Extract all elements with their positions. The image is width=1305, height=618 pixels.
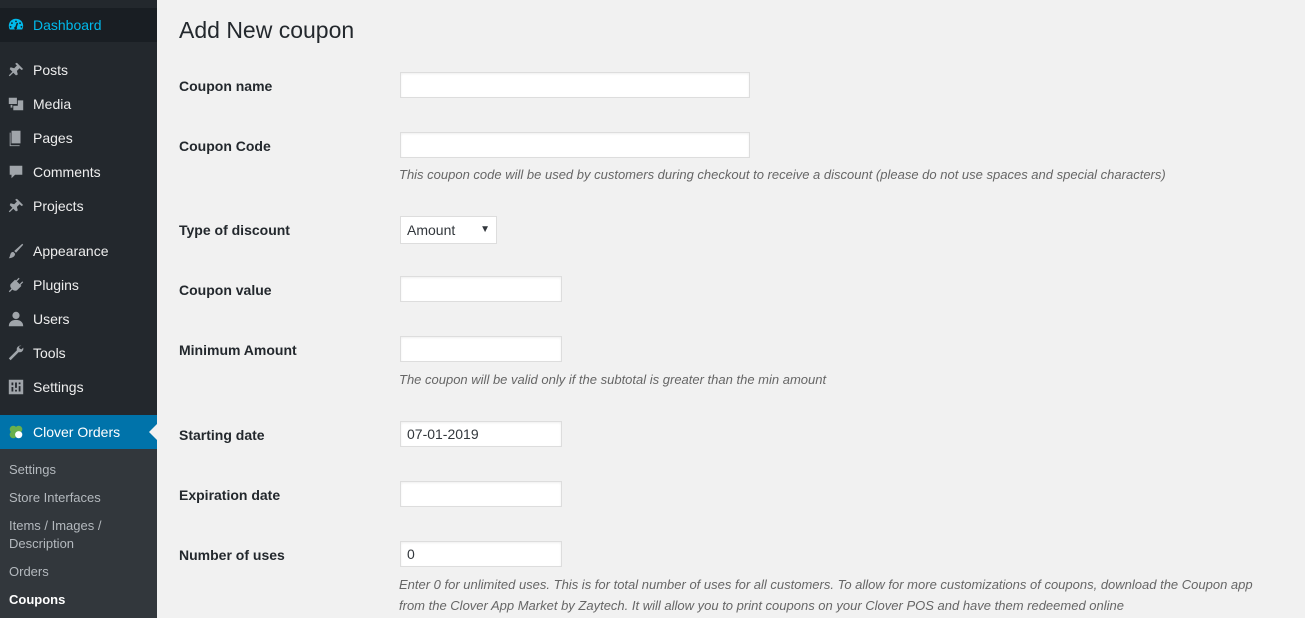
admin-sidebar: Dashboard Posts Media Pages Comments Pro… [0,0,157,618]
media-icon [6,94,26,114]
sidebar-item-plugins[interactable]: Plugins [0,268,157,302]
coupon-code-description: This coupon code will be used by custome… [399,167,1166,182]
sidebar-item-label: Media [33,96,72,112]
submenu-item-settings[interactable]: Settings [9,461,149,479]
sidebar-item-settings[interactable]: Settings [0,370,157,404]
sliders-icon [6,377,26,397]
pin-icon [6,60,26,80]
pages-icon [6,128,26,148]
submenu-item-store-interfaces[interactable]: Store Interfaces [9,489,149,507]
user-icon [6,309,26,329]
sidebar-item-pages[interactable]: Pages [0,121,157,155]
sidebar-item-comments[interactable]: Comments [0,155,157,189]
discount-type-select[interactable]: Amount ▼ [400,216,497,244]
sidebar-item-dashboard[interactable]: Dashboard [0,8,157,42]
coupon-code-label: Coupon Code [179,138,271,154]
submenu-item-items-images-description[interactable]: Items / Images / Description [9,517,149,553]
coupon-name-input[interactable] [400,72,750,98]
sidebar-item-posts[interactable]: Posts [0,53,157,87]
number-of-uses-description-line2: from the Clover App Market by Zaytech. I… [399,598,1124,613]
sidebar-item-projects[interactable]: Projects [0,189,157,223]
coupon-name-label: Coupon name [179,78,273,94]
sidebar-item-label: Tools [33,345,66,361]
wrench-icon [6,343,26,363]
minimum-amount-label: Minimum Amount [179,342,297,358]
sidebar-item-label: Plugins [33,277,79,293]
number-of-uses-description-line1: Enter 0 for unlimited uses. This is for … [399,577,1253,592]
sidebar-item-label: Projects [33,198,84,214]
number-of-uses-input[interactable] [400,541,562,567]
sidebar-item-label: Users [33,311,70,327]
brush-icon [6,241,26,261]
dashboard-icon [6,15,26,35]
sidebar-item-label: Settings [33,379,84,395]
clover-icon [6,422,26,442]
plug-icon [6,275,26,295]
minimum-amount-description: The coupon will be valid only if the sub… [399,372,827,387]
sidebar-item-appearance[interactable]: Appearance [0,234,157,268]
sidebar-item-label: Clover Orders [33,424,121,440]
coupon-code-input[interactable] [400,132,750,158]
discount-type-value: Amount [407,222,456,238]
sidebar-item-label: Pages [33,130,73,146]
clover-orders-submenu: Settings Store Interfaces Items / Images… [0,449,157,618]
sidebar-item-media[interactable]: Media [0,87,157,121]
main-content: Add New coupon Coupon name Coupon Code T… [157,0,1305,618]
expiration-date-label: Expiration date [179,487,281,503]
discount-type-label: Type of discount [179,222,290,238]
pin-icon [6,196,26,216]
sidebar-item-label: Posts [33,62,69,78]
sidebar-item-label: Appearance [33,243,109,259]
page-title: Add New coupon [179,17,355,43]
submenu-item-orders[interactable]: Orders [9,563,149,581]
dropdown-arrow-icon: ▼ [480,224,490,235]
number-of-uses-label: Number of uses [179,547,285,563]
sidebar-item-clover-orders[interactable]: Clover Orders [0,415,157,449]
coupon-value-input[interactable] [400,276,562,302]
starting-date-label: Starting date [179,427,265,443]
starting-date-input[interactable] [400,421,562,447]
expiration-date-input[interactable] [400,481,562,507]
sidebar-item-tools[interactable]: Tools [0,336,157,370]
comment-icon [6,162,26,182]
coupon-value-label: Coupon value [179,282,272,298]
minimum-amount-input[interactable] [400,336,562,362]
sidebar-item-label: Dashboard [33,17,102,33]
sidebar-item-users[interactable]: Users [0,302,157,336]
sidebar-item-label: Comments [33,164,101,180]
submenu-item-coupons[interactable]: Coupons [9,591,149,609]
